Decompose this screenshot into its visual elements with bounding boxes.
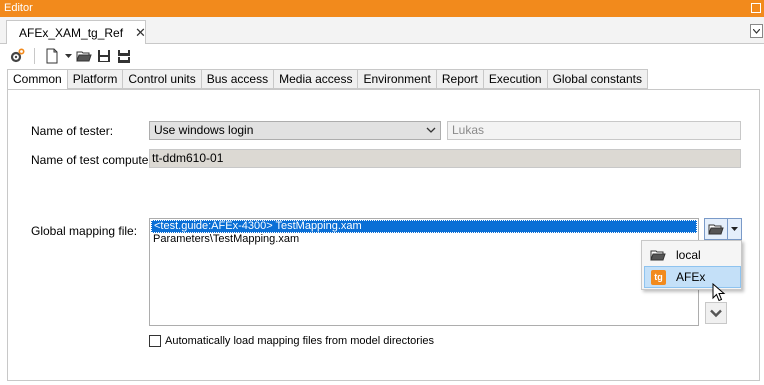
save-all-button[interactable]: [115, 47, 133, 65]
mapping-file-list[interactable]: <test.guide:AFEx-4300> TestMapping.xam P…: [149, 218, 699, 326]
document-tab[interactable]: AFEx_XAM_tg_Ref ✕: [6, 20, 146, 44]
chevron-down-icon: [710, 309, 722, 317]
open-folder-icon: [708, 224, 724, 234]
editor-title-bar: Editor: [0, 0, 764, 17]
toolbar-separator: [34, 48, 35, 64]
menu-item-local[interactable]: local: [644, 244, 741, 266]
close-tab-icon[interactable]: ✕: [135, 25, 146, 41]
source-popup-menu: local tg AFEx: [641, 240, 742, 290]
new-file-icon: [46, 48, 58, 64]
add-mapping-split-button[interactable]: [704, 218, 742, 240]
tab-execution[interactable]: Execution: [483, 69, 548, 89]
tab-platform[interactable]: Platform: [67, 69, 124, 89]
tab-common[interactable]: Common: [7, 69, 68, 90]
move-down-button[interactable]: [705, 302, 727, 324]
auto-load-label: Automatically load mapping files from mo…: [165, 335, 435, 347]
chevron-down-icon: [753, 28, 760, 34]
browse-button[interactable]: [705, 219, 729, 239]
editor-toolbar: [0, 44, 764, 68]
gear-icon: [10, 48, 25, 63]
folder-icon: [650, 250, 666, 260]
tester-mode-select[interactable]: Use windows login: [149, 121, 441, 140]
menu-item-afex[interactable]: tg AFEx: [644, 266, 741, 288]
save-button[interactable]: [95, 47, 113, 65]
chevron-down-icon: [426, 127, 436, 133]
save-all-icon: [118, 49, 130, 63]
tg-icon: tg: [651, 269, 666, 285]
document-tab-strip: AFEx_XAM_tg_Ref ✕: [0, 17, 764, 44]
open-folder-icon: [76, 51, 92, 62]
tab-bus-access[interactable]: Bus access: [201, 69, 275, 89]
tab-media-access[interactable]: Media access: [274, 69, 359, 89]
list-item[interactable]: Parameters\TestMapping.xam: [150, 233, 698, 246]
computer-label: Name of test computer:: [31, 153, 156, 167]
menu-item-label: local: [676, 248, 701, 262]
tester-name-field: Lukas: [447, 121, 741, 140]
save-icon: [98, 50, 110, 62]
tester-mode-value: Use windows login: [154, 123, 254, 137]
tab-list-dropdown[interactable]: [750, 24, 763, 38]
new-file-dropdown[interactable]: [63, 47, 73, 65]
maximize-icon[interactable]: [751, 3, 761, 13]
mapping-label: Global mapping file:: [31, 224, 138, 238]
tab-control-units[interactable]: Control units: [123, 69, 202, 89]
computer-name-field[interactable]: tt-ddm610-01: [149, 149, 741, 168]
chevron-down-icon: [731, 226, 739, 231]
tab-global-constants[interactable]: Global constants: [547, 69, 648, 89]
browse-dropdown[interactable]: [728, 219, 741, 239]
new-file-button[interactable]: [43, 47, 61, 65]
settings-button[interactable]: [8, 47, 26, 65]
chevron-down-icon: [64, 53, 72, 58]
menu-item-label: AFEx: [676, 270, 706, 284]
document-tab-label: AFEx_XAM_tg_Ref: [19, 25, 124, 40]
tab-environment[interactable]: Environment: [358, 69, 437, 89]
open-button[interactable]: [75, 47, 93, 65]
list-item[interactable]: <test.guide:AFEx-4300> TestMapping.xam: [151, 220, 697, 233]
auto-load-option[interactable]: Automatically load mapping files from mo…: [149, 335, 434, 347]
tester-label: Name of tester:: [31, 124, 114, 138]
settings-tabs: Common Platform Control units Bus access…: [7, 69, 648, 90]
mouse-cursor-icon: [712, 283, 726, 302]
auto-load-checkbox[interactable]: [149, 335, 161, 347]
tab-report[interactable]: Report: [436, 69, 484, 89]
window-title: Editor: [4, 2, 33, 14]
